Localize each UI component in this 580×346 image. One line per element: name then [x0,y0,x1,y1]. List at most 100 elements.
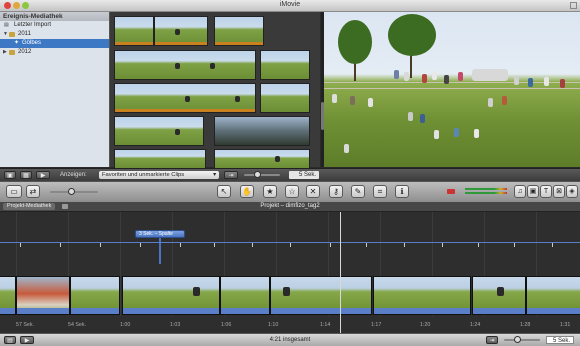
timeline-clip[interactable] [270,276,372,315]
spectator [444,75,449,84]
beat-marker[interactable] [214,243,218,247]
hand-icon[interactable]: ✋ [240,185,254,198]
title-icon[interactable]: T [540,185,552,198]
spectator [422,74,427,83]
spectator [332,94,337,103]
show-filter-label: Anzeigen: [60,172,87,178]
clip-thumbnail[interactable] [260,83,310,113]
audio-waveform [374,308,470,314]
timeline-clip[interactable] [472,276,526,315]
clip-thumbnail[interactable] [214,149,310,169]
camera-import-button[interactable]: ▣ [4,171,16,179]
timeline-zoom-slider[interactable] [504,336,540,343]
info-icon[interactable]: ℹ [395,185,409,198]
zoom-slider-knob[interactable] [254,171,261,178]
disclosure-closed-icon[interactable]: ▶ [3,48,7,57]
beat-marker[interactable] [330,243,334,247]
clip-thumbnail[interactable] [260,50,310,80]
beat-marker[interactable] [478,243,482,247]
audio-waveform [473,308,525,314]
timeline-clip[interactable] [0,276,16,315]
camera-icon[interactable]: ▭ [6,185,22,198]
ruler-tick: 1:06 [221,322,232,328]
ruler-tick: 1:17 [371,322,382,328]
clip-thumbnail[interactable] [214,116,310,146]
beat-marker[interactable] [252,243,256,247]
beat-marker[interactable] [442,243,446,247]
audio-waveform [271,308,371,314]
show-events-button[interactable]: ▦ [20,171,32,179]
library-item-recent-import[interactable]: ▤ Letzter Import [0,21,109,30]
beat-marker[interactable] [366,243,370,247]
project-header: Projekt-Mediathek Projekt – dimfizo_tag2 [0,202,580,212]
play-event-button[interactable]: ▶ [36,171,50,179]
clip-thumbnail[interactable] [114,50,256,80]
spectator [560,79,565,88]
clip-thumbnail[interactable] [214,16,264,46]
thumbnail-mode-button[interactable]: ⇥ [486,336,498,344]
browser-toolbar: ▣ ▦ ▶ Anzeigen: Favoriten und unmarkiert… [0,168,324,181]
film-icon: ▤ [4,22,9,28]
beat-marker[interactable] [100,243,104,247]
library-item-2012[interactable]: ▶ 2012 [0,48,109,57]
beat-marker[interactable] [290,243,294,247]
reject-icon[interactable]: ✕ [306,185,320,198]
photo-icon[interactable]: ▣ [527,185,539,198]
volume-slider[interactable] [50,188,98,195]
library-item-2011[interactable]: ▼ 2011 [0,30,109,39]
timeline-clip[interactable] [220,276,270,315]
beat-marker[interactable] [60,243,64,247]
spectator [502,96,507,105]
beat-marker[interactable] [140,243,144,247]
volume-slider-knob[interactable] [68,188,75,195]
beat-marker[interactable] [514,243,518,247]
spectator [350,96,355,105]
clip-thumbnail[interactable] [114,149,206,169]
playhead[interactable] [340,212,341,333]
chevron-down-icon: ▾ [213,172,216,178]
project-timeline[interactable]: 3 Sek. – Spalte 57 Sek. 54 Sek. 1:00 1:0… [0,212,580,333]
timeline-clip[interactable] [373,276,471,315]
event-library: Ereignis-Mediathek ▤ Letzter Import ▼ 20… [0,12,110,167]
audio-mute-icon[interactable] [447,189,455,194]
ruler-tick: 1:10 [268,322,279,328]
show-filter-select[interactable]: Favoriten und unmarkierte Clips ▾ [99,171,219,179]
crop-icon[interactable]: ⌗ [373,185,387,198]
beat-marker[interactable] [552,243,556,247]
timeline-clip[interactable] [526,276,580,315]
library-item-event-selected[interactable]: ✦ Gölbes [0,39,109,48]
timeline-clip[interactable] [70,276,120,315]
ruler-tick: 1:28 [520,322,531,328]
audio-waveform [17,308,69,314]
beat-marker[interactable] [180,243,184,247]
folder-icon [9,50,15,55]
rider-shape [185,96,190,102]
fullscreen-icon[interactable] [570,2,577,9]
pointer-icon[interactable]: ↖ [217,185,231,198]
title-clip[interactable]: 3 Sek. – Spalte [135,230,185,238]
timeline-zoom-knob[interactable] [514,336,521,343]
rider-shape [497,287,504,296]
favorite-star-icon[interactable]: ★ [263,185,277,198]
zoom-slider[interactable] [244,171,280,178]
disclosure-open-icon[interactable]: ▼ [3,30,8,39]
beat-marker[interactable] [404,243,408,247]
clip-thumbnail[interactable] [154,16,208,46]
beat-marker[interactable] [20,243,24,247]
unmark-star-icon[interactable]: ☆ [285,185,299,198]
clip-thumbnail[interactable] [114,116,204,146]
clip-thumbnail[interactable] [114,83,256,113]
timeline-clip[interactable] [122,276,220,315]
timeline-clip[interactable] [16,276,70,315]
eyedropper-icon[interactable]: ✎ [351,185,365,198]
clip-thumbnail[interactable] [114,16,154,46]
thumbnail-mode-button[interactable]: ⇥ [224,171,238,179]
spectator [368,98,373,107]
music-icon[interactable]: ♫ [514,185,526,198]
library-item-label: 2012 [18,49,32,55]
transition-icon[interactable]: ⊠ [553,185,565,198]
map-icon[interactable]: ◈ [566,185,578,198]
key-icon[interactable]: ⚷ [329,185,343,198]
swap-icon[interactable]: ⇄ [26,185,40,198]
event-browser [110,12,320,169]
